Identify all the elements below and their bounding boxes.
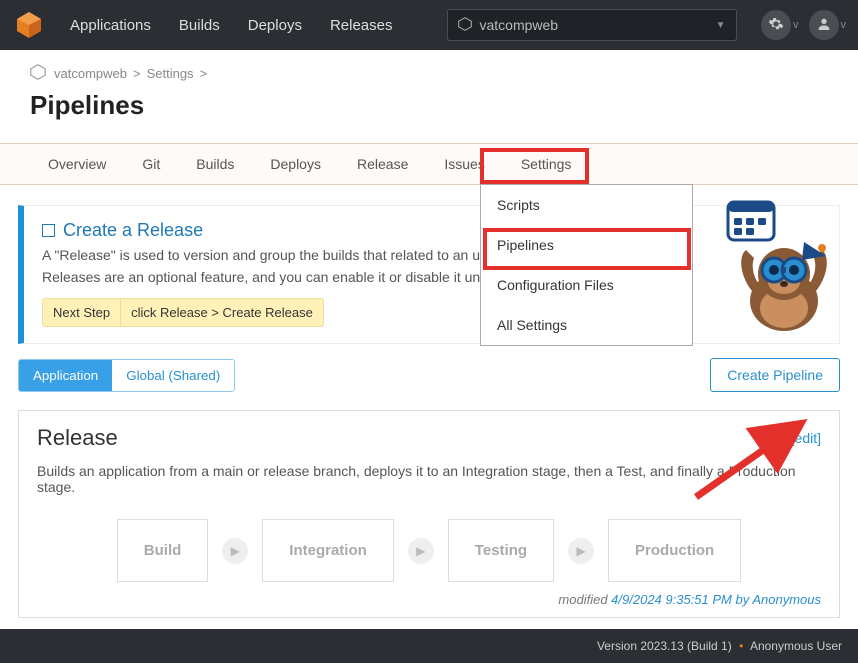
- app-logo[interactable]: [14, 10, 44, 40]
- scope-application-button[interactable]: Application: [19, 360, 112, 391]
- app-selector-label: vatcompweb: [480, 17, 559, 33]
- info-card-text: A "Release" is used to version and group…: [42, 245, 821, 288]
- stage-arrow-icon: ▶: [222, 538, 248, 564]
- stage-arrow-icon: ▶: [408, 538, 434, 564]
- stage-testing[interactable]: Testing: [448, 519, 554, 582]
- pipeline-edit-link[interactable]: [edit]: [791, 430, 821, 446]
- next-step-pill: Next Step click Release > Create Release: [42, 298, 324, 327]
- stage-production[interactable]: Production: [608, 519, 741, 582]
- app-selector-dropdown[interactable]: vatcompweb ▼: [447, 9, 737, 41]
- settings-menu-config-files[interactable]: Configuration Files: [481, 265, 692, 305]
- pipeline-description: Builds an application from a main or rel…: [37, 463, 821, 495]
- settings-gear-button[interactable]: [761, 10, 791, 40]
- tab-git[interactable]: Git: [124, 144, 178, 184]
- next-step-label: Next Step: [43, 299, 121, 326]
- tab-release[interactable]: Release: [339, 144, 426, 184]
- bullet-icon: •: [739, 639, 743, 653]
- hexagon-icon: [30, 64, 48, 82]
- hexagon-icon: [458, 17, 472, 34]
- settings-menu-pipelines[interactable]: Pipelines: [481, 225, 692, 265]
- user-avatar-button[interactable]: [809, 10, 839, 40]
- pipeline-modified: modified 4/9/2024 9:35:51 PM by Anonymou…: [37, 592, 821, 607]
- next-step-text: click Release > Create Release: [121, 299, 323, 326]
- create-pipeline-button[interactable]: Create Pipeline: [710, 358, 840, 392]
- settings-dropdown: Scripts Pipelines Configuration Files Al…: [480, 184, 693, 346]
- nav-releases[interactable]: Releases: [316, 0, 407, 50]
- page-header: vatcompweb > Settings > Pipelines: [0, 50, 858, 129]
- tab-bar: Overview Git Builds Deploys Release Issu…: [0, 143, 858, 185]
- chevron-down-icon: v: [841, 19, 847, 31]
- caret-down-icon: ▼: [716, 20, 726, 31]
- footer-version: Version 2023.13 (Build 1): [597, 639, 732, 653]
- breadcrumb: vatcompweb > Settings >: [30, 64, 828, 82]
- scope-segmented-control: Application Global (Shared): [18, 359, 235, 392]
- pipeline-stages: Build ▶ Integration ▶ Testing ▶ Producti…: [37, 519, 821, 582]
- breadcrumb-section[interactable]: Settings: [147, 66, 194, 81]
- mascot-illustration: [710, 196, 840, 336]
- tab-deploys[interactable]: Deploys: [252, 144, 339, 184]
- nav-deploys[interactable]: Deploys: [234, 0, 316, 50]
- checkbox-icon: [42, 224, 55, 237]
- user-icon: [816, 16, 832, 35]
- pipeline-modified-link[interactable]: 4/9/2024 9:35:51 PM by Anonymous: [611, 592, 821, 607]
- settings-menu-scripts[interactable]: Scripts: [481, 185, 692, 225]
- footer-bar: Version 2023.13 (Build 1) • Anonymous Us…: [0, 629, 858, 663]
- stage-arrow-icon: ▶: [568, 538, 594, 564]
- pipeline-name: Release: [37, 425, 118, 451]
- chevron-down-icon: v: [793, 19, 799, 31]
- settings-menu-all[interactable]: All Settings: [481, 305, 692, 345]
- nav-applications[interactable]: Applications: [56, 0, 165, 50]
- tab-settings[interactable]: Settings: [503, 144, 590, 184]
- stage-build[interactable]: Build: [117, 519, 209, 582]
- scope-global-button[interactable]: Global (Shared): [112, 360, 234, 391]
- top-navbar: Applications Builds Deploys Releases vat…: [0, 0, 858, 50]
- info-card-heading: Create a Release: [42, 220, 821, 241]
- tab-overview[interactable]: Overview: [30, 144, 124, 184]
- footer-user: Anonymous User: [750, 639, 842, 653]
- nav-builds[interactable]: Builds: [165, 0, 234, 50]
- stage-integration[interactable]: Integration: [262, 519, 394, 582]
- breadcrumb-app[interactable]: vatcompweb: [54, 66, 127, 81]
- gear-icon: [768, 16, 784, 35]
- pipeline-card: Release [edit] Builds an application fro…: [18, 410, 840, 618]
- tab-builds[interactable]: Builds: [178, 144, 252, 184]
- page-title: Pipelines: [30, 90, 828, 121]
- tab-issues[interactable]: Issues: [426, 144, 502, 184]
